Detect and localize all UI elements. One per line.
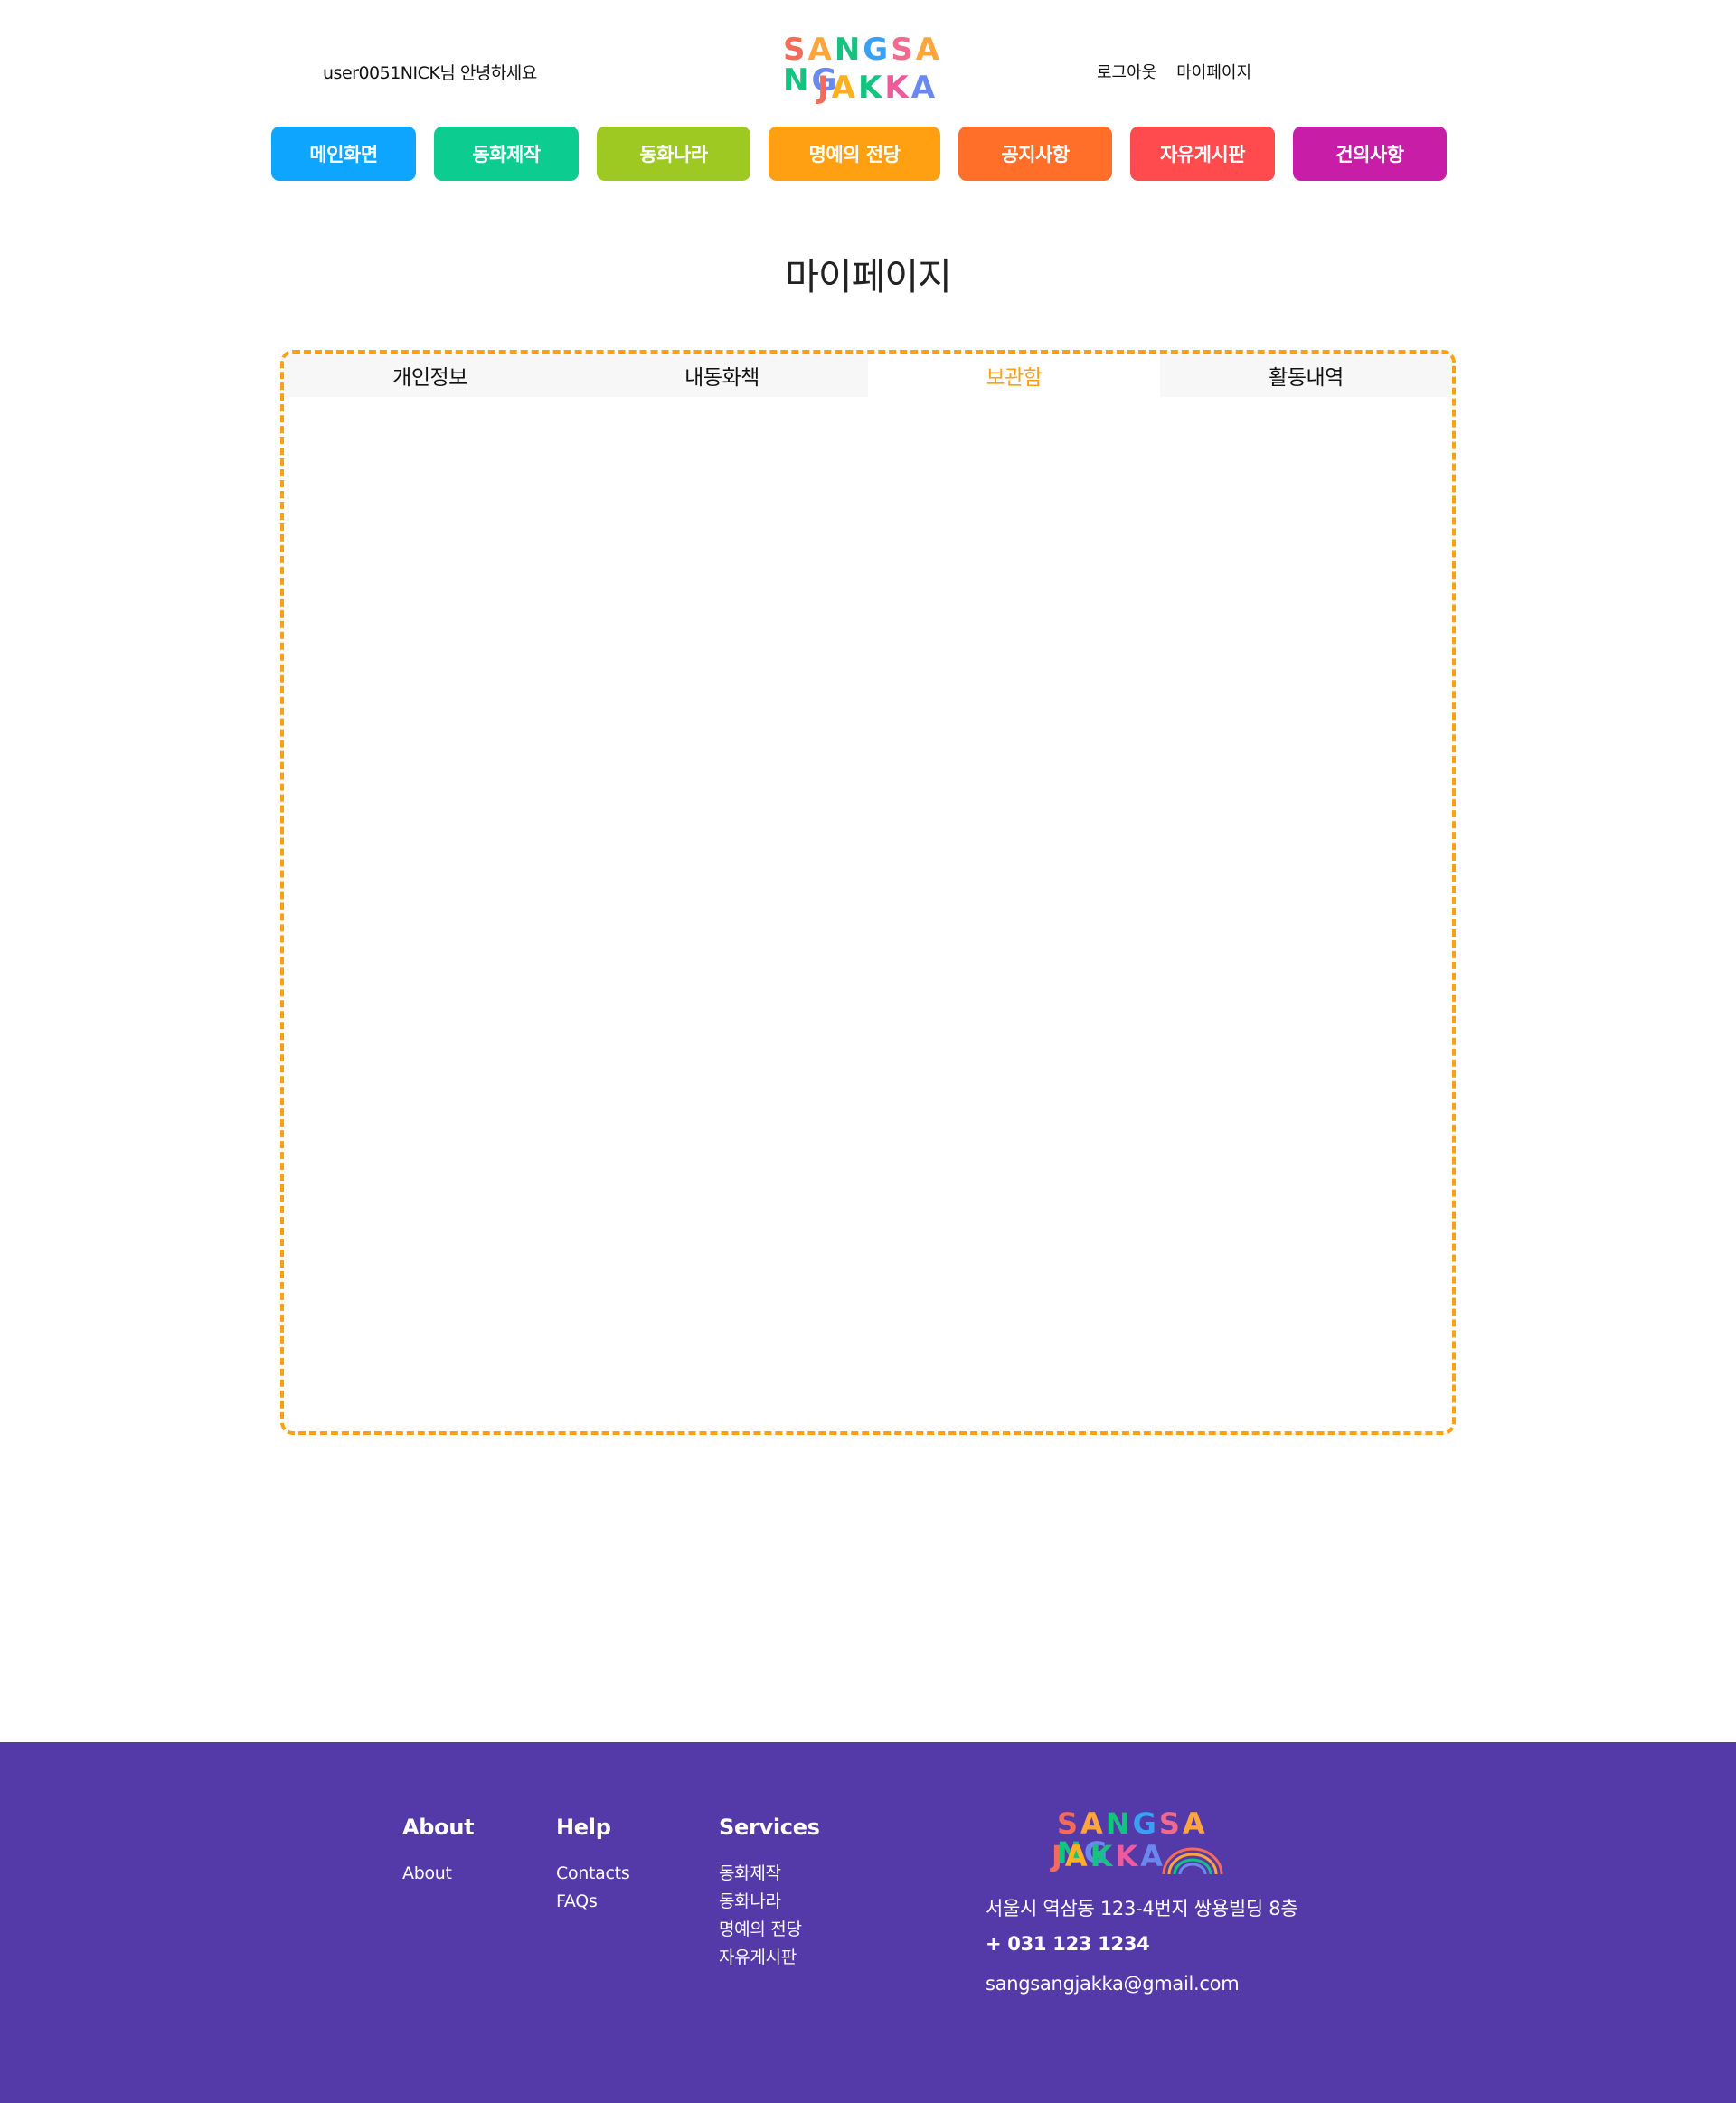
tab-my-books[interactable]: 내동화책 xyxy=(576,354,868,397)
logo-letter: G xyxy=(1132,1806,1159,1841)
logo-letter: N xyxy=(1105,1806,1133,1841)
logo-letter: A xyxy=(910,70,939,106)
rainbow-icon xyxy=(1162,1847,1223,1875)
tab-content-area xyxy=(284,397,1452,1428)
logo-letter: S xyxy=(783,32,808,68)
nav-fairytale-land-button[interactable]: 동화나라 xyxy=(597,127,750,181)
footer-about-link[interactable]: About xyxy=(402,1860,474,1888)
logo-letter: N xyxy=(834,32,863,68)
tab-storage[interactable]: 보관함 xyxy=(868,354,1160,397)
logo-letter: J xyxy=(817,70,832,106)
footer-service-board-link[interactable]: 자유게시판 xyxy=(719,1944,820,1972)
tab-activity[interactable]: 활동내역 xyxy=(1160,354,1452,397)
nav-main-button[interactable]: 메인화면 xyxy=(271,127,416,181)
logo-letter: G xyxy=(863,32,892,68)
footer-help-title: Help xyxy=(556,1815,611,1840)
mypage-tabs: 개인정보 내동화책 보관함 활동내역 xyxy=(284,354,1452,397)
mypage-panel: 개인정보 내동화책 보관함 활동내역 xyxy=(280,350,1456,1435)
logo-letter: N xyxy=(783,62,812,99)
nav-suggestions-button[interactable]: 건의사항 xyxy=(1293,127,1447,181)
logo-letter: A xyxy=(1080,1806,1106,1841)
logo-letter: K xyxy=(1115,1839,1141,1873)
footer-help-column: Help Contacts FAQs xyxy=(556,1815,630,1916)
footer-logo-line-2: JAKKA xyxy=(1052,1842,1165,1871)
footer-address: 서울시 역삼동 123-4번지 쌍용빌딩 8층 xyxy=(986,1898,1298,1919)
logo-letter: S xyxy=(1057,1806,1081,1841)
logo-letter: A xyxy=(1182,1806,1208,1841)
logo-letter: A xyxy=(807,32,835,68)
sangsang-jakka-logo[interactable]: SANGSANG JAKKA xyxy=(776,31,957,108)
logo-letter: S xyxy=(891,32,916,68)
greeting-text: user0051NICK님 안녕하세요 xyxy=(323,63,537,83)
footer-phone: + 031 123 1234 xyxy=(986,1933,1150,1955)
main-nav: 메인화면 동화제작 동화나라 명예의 전당 공지사항 자유게시판 건의사항 xyxy=(0,127,1736,181)
footer-service-land-link[interactable]: 동화나라 xyxy=(719,1888,820,1916)
footer-faqs-link[interactable]: FAQs xyxy=(556,1888,629,1916)
footer-contacts-link[interactable]: Contacts xyxy=(556,1860,630,1888)
nav-create-button[interactable]: 동화제작 xyxy=(434,127,579,181)
footer: About About Help Contacts FAQs Services … xyxy=(0,1742,1736,2103)
mypage-link[interactable]: 마이페이지 xyxy=(1176,63,1251,82)
logout-link[interactable]: 로그아웃 xyxy=(1097,63,1156,82)
footer-service-hall-link[interactable]: 명예의 전당 xyxy=(719,1916,820,1944)
nav-notice-button[interactable]: 공지사항 xyxy=(958,127,1112,181)
footer-about-title: About xyxy=(402,1815,475,1840)
tab-personal-info[interactable]: 개인정보 xyxy=(284,354,576,397)
logo-line-2: JAKKA xyxy=(817,72,938,103)
logo-letter: A xyxy=(1064,1839,1090,1873)
logo-letter: K xyxy=(1090,1839,1116,1873)
logo-letter: S xyxy=(1158,1806,1183,1841)
logo-letter: K xyxy=(884,70,911,106)
footer-services-title: Services xyxy=(719,1815,820,1840)
logo-letter: J xyxy=(1052,1839,1065,1873)
footer-services-column: Services 동화제작 동화나라 명예의 전당 자유게시판 xyxy=(719,1815,820,1972)
nav-hall-of-fame-button[interactable]: 명예의 전당 xyxy=(769,127,940,181)
page-title: 마이페이지 xyxy=(785,255,952,298)
logo-letter: A xyxy=(915,32,943,68)
nav-free-board-button[interactable]: 자유게시판 xyxy=(1130,127,1275,181)
logo-letter: A xyxy=(831,70,858,106)
footer-logo: SANGSANG JAKKA xyxy=(1052,1806,1232,1881)
logo-letter: K xyxy=(857,70,885,106)
footer-service-create-link[interactable]: 동화제작 xyxy=(719,1860,820,1888)
footer-email[interactable]: sangsangjakka@gmail.com xyxy=(986,1973,1240,1995)
footer-about-column: About About xyxy=(402,1815,475,1888)
top-links: 로그아웃 마이페이지 xyxy=(1097,60,1271,83)
